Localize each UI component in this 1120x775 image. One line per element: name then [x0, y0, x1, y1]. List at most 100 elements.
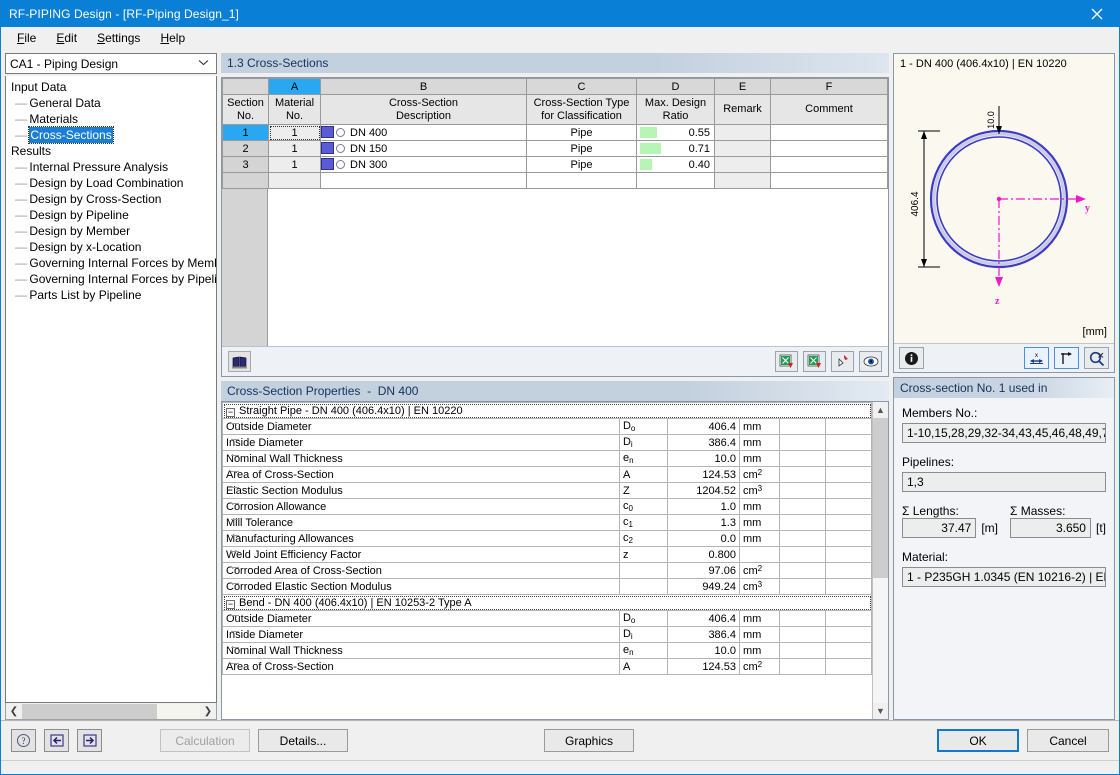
properties-row[interactable]: Area of Cross-Section A 124.53 cm2	[222, 466, 872, 483]
table-empty-cell[interactable]	[636, 172, 715, 189]
comment-cell[interactable]	[770, 156, 888, 173]
menu-item-file[interactable]: File	[7, 29, 46, 47]
dimension-icon[interactable]: x	[1024, 347, 1049, 369]
menu-item-settings[interactable]: Settings	[87, 29, 150, 47]
properties-vertical-scrollbar[interactable]: ▲ ▼	[872, 402, 888, 719]
pick-pin-icon[interactable]	[831, 351, 854, 372]
properties-row[interactable]: Inside Diameter Di 386.4 mm	[222, 434, 872, 451]
chevron-left-icon[interactable]: ❮	[6, 706, 22, 717]
design-case-combobox[interactable]: CA1 - Piping Design	[5, 53, 217, 74]
vscroll-track[interactable]	[873, 418, 888, 703]
column-header-C[interactable]: C	[526, 78, 637, 95]
details-button[interactable]: Details...	[258, 729, 348, 752]
cancel-button[interactable]: Cancel	[1027, 729, 1109, 752]
properties-row[interactable]: Nominal Wall Thickness en 10.0 mm	[222, 642, 872, 659]
vscroll-thumb[interactable]	[873, 418, 888, 578]
max-design-ratio-cell[interactable]: 0.40	[636, 156, 715, 173]
hscroll-thumb[interactable]	[22, 703, 157, 719]
sidebar-item-results[interactable]: Results	[9, 143, 214, 159]
chevron-down-icon[interactable]: ▼	[873, 703, 888, 719]
sidebar-item-governing-internal-forces-by-pipeline[interactable]: –– Governing Internal Forces by Pipeline	[9, 271, 216, 287]
excel-export-icon[interactable]	[775, 351, 798, 372]
help-question-icon[interactable]: ?	[11, 729, 36, 752]
properties-row[interactable]: Corroded Elastic Section Modulus 949.24 cm…	[222, 578, 872, 595]
sidebar-horizontal-scrollbar[interactable]: ❮ ❯	[5, 703, 217, 720]
previous-arrow-icon[interactable]	[44, 729, 69, 752]
sidebar-item-internal-pressure-analysis[interactable]: –– Internal Pressure Analysis	[9, 159, 214, 175]
eye-view-icon[interactable]	[859, 351, 882, 372]
expander-collapse-icon[interactable]: −	[226, 407, 235, 417]
menu-item-help[interactable]: Help	[150, 29, 195, 47]
properties-row[interactable]: Manufacturing Allowances c2 0.0 mm	[222, 530, 872, 547]
radio-icon[interactable]	[336, 128, 345, 137]
masses-field[interactable]: 3.650	[1010, 518, 1091, 538]
max-design-ratio-cell[interactable]: 0.71	[636, 140, 715, 157]
graphics-button[interactable]: Graphics	[544, 729, 634, 752]
column-header-B[interactable]: B	[320, 78, 527, 95]
hscroll-track[interactable]	[22, 703, 200, 719]
cross-section-graphic[interactable]: 1 - DN 400 (406.4x10) | EN 10220 406.4 1…	[894, 54, 1114, 344]
properties-row[interactable]: Mill Tolerance c1 1.3 mm	[222, 514, 872, 531]
sidebar-item-governing-internal-forces-by-member[interactable]: –– Governing Internal Forces by Member	[9, 255, 216, 271]
table-empty-row[interactable]	[222, 172, 888, 189]
sidebar-item-parts-list-by-pipeline[interactable]: –– Parts List by Pipeline	[9, 287, 214, 303]
table-row[interactable]: 1 1 DN 400 Pipe 0.55	[222, 124, 888, 141]
cross-section-description-cell[interactable]: DN 300	[320, 156, 527, 173]
properties-row[interactable]: Outside Diameter Do 406.4 mm	[222, 610, 872, 627]
column-header-F[interactable]: F	[770, 78, 888, 95]
remark-cell[interactable]	[714, 156, 771, 173]
max-design-ratio-cell[interactable]: 0.55	[636, 124, 715, 141]
table-empty-cell[interactable]	[714, 172, 771, 189]
properties-table[interactable]: − Straight Pipe - DN 400 (406.4x10) | EN …	[222, 402, 872, 675]
material-field[interactable]: 1 - P235GH 1.0345 (EN 10216-2) | EN 13	[902, 567, 1106, 587]
table-empty-cell[interactable]	[770, 172, 888, 189]
column-header-D[interactable]: D	[636, 78, 715, 95]
properties-row[interactable]: Nominal Wall Thickness en 10.0 mm	[222, 450, 872, 467]
sidebar-item-design-by-member[interactable]: –– Design by Member	[9, 223, 214, 239]
properties-row[interactable]: Area of Cross-Section A 124.53 cm2	[222, 658, 872, 675]
column-header-E[interactable]: E	[714, 78, 771, 95]
expander-collapse-icon[interactable]: −	[226, 599, 235, 609]
table-empty-cell[interactable]	[526, 172, 637, 189]
row-header-cell[interactable]: 3	[222, 156, 269, 173]
sidebar-item-design-by-pipeline[interactable]: –– Design by Pipeline	[9, 207, 214, 223]
sidebar-item-design-by-cross-section[interactable]: –– Design by Cross-Section	[9, 191, 214, 207]
library-book-icon[interactable]	[228, 351, 251, 372]
sidebar-item-design-by-x-location[interactable]: –– Design by x-Location	[9, 239, 214, 255]
cross-section-type-cell[interactable]: Pipe	[526, 156, 637, 173]
remark-cell[interactable]	[714, 140, 771, 157]
close-icon[interactable]	[1075, 1, 1119, 27]
cross-section-type-cell[interactable]: Pipe	[526, 124, 637, 141]
sidebar-item-input-data[interactable]: Input Data	[9, 79, 214, 95]
table-empty-cell[interactable]	[268, 172, 321, 189]
navigation-tree[interactable]: Input Data –– General Data –– Materials –– Cro…	[5, 76, 217, 703]
cross-section-description-cell[interactable]: DN 150	[320, 140, 527, 157]
properties-row[interactable]: Elastic Section Modulus Z 1204.52 cm3	[222, 482, 872, 499]
comment-cell[interactable]	[770, 140, 888, 157]
radio-icon[interactable]	[336, 160, 345, 169]
properties-group-row[interactable]: − Straight Pipe - DN 400 (406.4x10) | EN …	[222, 402, 872, 419]
chevron-up-icon[interactable]: ▲	[873, 402, 888, 418]
properties-row[interactable]: Outside Diameter Do 406.4 mm	[222, 418, 872, 435]
info-icon[interactable]	[899, 347, 924, 369]
next-arrow-icon[interactable]	[77, 729, 102, 752]
row-header-cell[interactable]: 1	[222, 124, 269, 141]
comment-cell[interactable]	[770, 124, 888, 141]
properties-row[interactable]: Corrosion Allowance c0 1.0 mm	[222, 498, 872, 515]
properties-group-row[interactable]: − Bend - DN 400 (406.4x10) | EN 10253-2 T…	[222, 594, 872, 611]
sidebar-item-general-data[interactable]: –– General Data	[9, 95, 214, 111]
calculation-button[interactable]: Calculation	[160, 729, 250, 752]
column-header-A[interactable]: A	[268, 78, 321, 95]
sidebar-item-design-by-load-combination[interactable]: –– Design by Load Combination	[9, 175, 214, 191]
radio-icon[interactable]	[336, 144, 345, 153]
properties-group-header[interactable]: − Straight Pipe - DN 400 (406.4x10) | EN …	[222, 402, 872, 419]
table-empty-cell[interactable]	[222, 172, 269, 189]
row-header-cell[interactable]: 2	[222, 140, 269, 157]
cross-section-description-cell[interactable]: DN 400	[320, 124, 527, 141]
material-no-cell[interactable]: 1	[268, 124, 321, 141]
sidebar-item-cross-sections[interactable]: –– Cross-Sections	[9, 126, 214, 144]
pipelines-field[interactable]: 1,3	[902, 472, 1106, 492]
table-row[interactable]: 2 1 DN 150 Pipe 0.71	[222, 140, 888, 157]
cross-section-type-cell[interactable]: Pipe	[526, 140, 637, 157]
lengths-field[interactable]: 37.47	[902, 518, 977, 538]
